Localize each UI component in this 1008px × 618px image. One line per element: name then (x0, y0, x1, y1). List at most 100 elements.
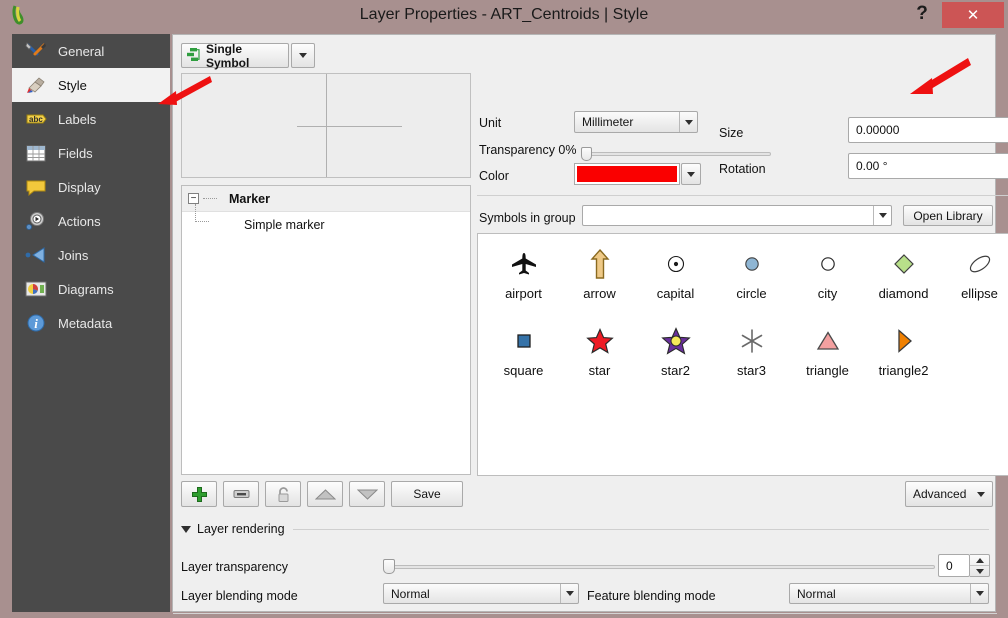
symbol-item-triangle[interactable]: triangle (790, 319, 865, 396)
layer-rendering-label: Layer rendering (197, 522, 285, 536)
chevron-down-icon (299, 53, 307, 58)
layer-transparency-input[interactable]: 0 (938, 554, 970, 577)
symbol-item-square[interactable]: square (486, 319, 561, 396)
symbol-item-circle[interactable]: circle (714, 242, 789, 319)
ellipse-icon (942, 242, 1008, 286)
titlebar-help-button[interactable]: ? (908, 0, 936, 30)
tree-dotted-line (203, 198, 217, 199)
sidebar-item-display[interactable]: Display (12, 170, 170, 204)
unit-label: Unit (479, 116, 502, 130)
rotation-value: 0.00 ° (856, 159, 888, 173)
layer-transparency-stepper[interactable] (970, 554, 990, 577)
color-swatch[interactable] (574, 163, 680, 185)
speech-bubble-icon (24, 176, 48, 198)
feature-blending-mode-label: Feature blending mode (587, 589, 716, 603)
layer-transparency-label: Layer transparency (181, 560, 289, 574)
symbol-item-triangle2[interactable]: triangle2 (866, 319, 941, 396)
remove-symbol-layer-button[interactable] (223, 481, 259, 507)
sidebar-item-metadata[interactable]: i Metadata (12, 306, 170, 340)
preview-horizontal-line (297, 125, 403, 127)
footer-divider (173, 613, 997, 614)
open-library-label: Open Library (913, 208, 983, 223)
close-button[interactable]: ✕ (942, 2, 1004, 28)
chevron-down-icon (687, 171, 695, 177)
move-up-button[interactable] (307, 481, 343, 507)
move-down-button[interactable] (349, 481, 385, 507)
stepper-up[interactable] (970, 555, 989, 566)
plus-icon (191, 486, 207, 502)
sidebar-item-style[interactable]: Style (12, 68, 170, 102)
sidebar-item-actions[interactable]: Actions (12, 204, 170, 238)
tree-row-marker[interactable]: − Marker (182, 186, 470, 212)
stepper-down[interactable] (970, 566, 989, 576)
symbols-in-group-combo[interactable] (582, 205, 892, 226)
symbol-label: star2 (661, 363, 690, 378)
symbol-item-star3[interactable]: star3 (714, 319, 789, 396)
sidebar-item-general[interactable]: General (12, 34, 170, 68)
slider-track (383, 565, 935, 569)
symbol-item-airport[interactable]: airport (486, 242, 561, 319)
layer-rendering-group-header[interactable]: Layer rendering (181, 522, 285, 536)
lock-layer-button[interactable] (265, 481, 301, 507)
chevron-down-icon[interactable] (181, 525, 191, 533)
unit-combo[interactable]: Millimeter (574, 111, 698, 133)
join-arrow-icon (24, 244, 48, 266)
symbol-label: ellipse (961, 286, 998, 301)
triangle-down-icon (356, 489, 378, 500)
tree-row-simple-marker[interactable]: Simple marker (182, 204, 470, 238)
symbol-transparency-slider[interactable] (581, 147, 771, 161)
feature-blending-mode-combo[interactable]: Normal (789, 583, 989, 604)
symbol-item-ellipse[interactable]: ellipse (942, 242, 1008, 319)
color-dropdown-button[interactable] (681, 163, 701, 185)
star2-icon (638, 319, 713, 363)
symbol-label: city (817, 286, 838, 301)
star-icon (562, 319, 637, 363)
rotation-input[interactable]: 0.00 ° (848, 153, 1008, 179)
advanced-button[interactable]: Advanced (905, 481, 993, 507)
open-library-button[interactable]: Open Library (903, 205, 993, 226)
gear-play-icon (24, 210, 48, 232)
layer-blending-mode-label: Layer blending mode (181, 589, 298, 603)
size-input[interactable]: 0.00000 (848, 117, 1008, 143)
sidebar-item-labels[interactable]: abc Labels (12, 102, 170, 136)
chevron-down-icon (679, 112, 697, 132)
symbol-item-capital[interactable]: capital (638, 242, 713, 319)
symbol-item-diamond[interactable]: diamond (866, 242, 941, 319)
symbol-item-arrow[interactable]: arrow (562, 242, 637, 319)
slider-handle[interactable] (383, 559, 395, 574)
unit-value: Millimeter (582, 115, 634, 129)
symbol-label: arrow (583, 286, 616, 301)
color-label: Color (479, 169, 509, 183)
group-divider (293, 529, 989, 530)
symbol-item-city[interactable]: city (790, 242, 865, 319)
up-arrow-icon (562, 242, 637, 286)
chevron-down-icon (977, 491, 985, 497)
feature-blending-mode-value: Normal (797, 586, 836, 601)
svg-text:i: i (34, 316, 38, 331)
symbol-layer-tree[interactable]: − Marker Simple marker (181, 185, 471, 475)
layer-transparency-slider[interactable] (383, 559, 935, 574)
add-symbol-layer-button[interactable] (181, 481, 217, 507)
collapse-icon[interactable]: − (188, 193, 199, 204)
symbol-gallery[interactable]: airport arrow capital circle city diamon… (477, 233, 1008, 476)
symbol-label: capital (656, 286, 695, 301)
window-title: Layer Properties - ART_Centroids | Style (359, 6, 649, 23)
sidebar-item-label: Diagrams (58, 281, 114, 297)
circle-dot-icon (638, 242, 713, 286)
single-symbol-icon (186, 47, 201, 65)
slider-handle[interactable] (581, 147, 592, 161)
symbol-preview (181, 73, 471, 178)
color-fill (577, 166, 677, 182)
sidebar-item-joins[interactable]: Joins (12, 238, 170, 272)
symbol-item-star[interactable]: star (562, 319, 637, 396)
symbol-item-star2[interactable]: star2 (638, 319, 713, 396)
wrench-hammer-icon (24, 40, 48, 62)
renderer-type-dropdown[interactable] (291, 43, 315, 68)
layer-blending-mode-combo[interactable]: Normal (383, 583, 579, 604)
renderer-type-button[interactable]: Single Symbol (181, 42, 289, 70)
save-symbol-button[interactable]: Save (391, 481, 463, 507)
hollow-circle-icon (790, 242, 865, 286)
sidebar-item-fields[interactable]: Fields (12, 136, 170, 170)
size-label: Size (719, 126, 744, 140)
sidebar-item-diagrams[interactable]: Diagrams (12, 272, 170, 306)
